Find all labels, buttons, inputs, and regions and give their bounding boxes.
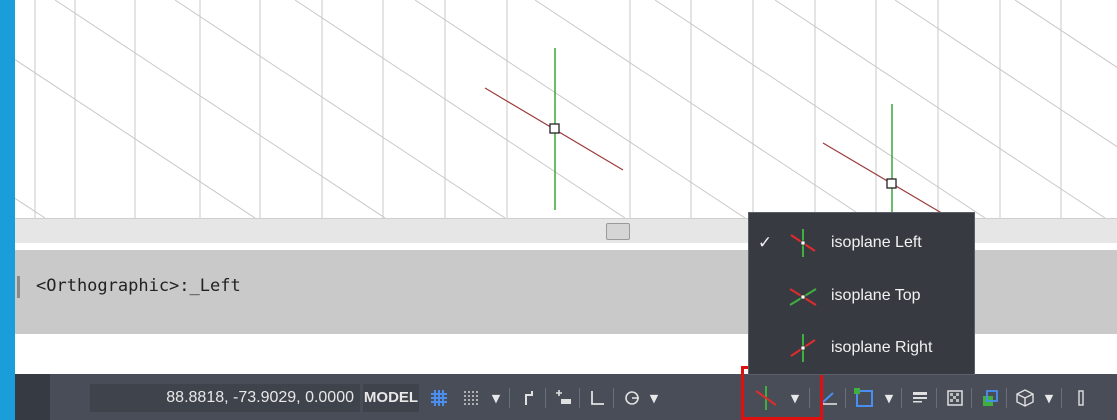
status-bar: 88.8818, -73.9029, 0.0000 MODEL ▼ ▼ ▼ ▼ … bbox=[15, 374, 1117, 420]
menu-item-isoplane-top[interactable]: isoplane Top bbox=[749, 271, 974, 321]
polar-dropdown-caret[interactable]: ▼ bbox=[647, 384, 661, 412]
more-icon[interactable] bbox=[1067, 384, 1095, 412]
lineweight-icon[interactable] bbox=[906, 384, 934, 412]
separator bbox=[1006, 388, 1007, 408]
ortho-icon[interactable] bbox=[583, 384, 611, 412]
osnap-dropdown-caret[interactable]: ▼ bbox=[881, 384, 897, 412]
infer-constraints-icon[interactable] bbox=[515, 384, 543, 412]
isoplane-top-icon bbox=[781, 276, 825, 316]
menu-item-label: isoplane Right bbox=[831, 339, 933, 356]
crosshair-cursor-2 bbox=[822, 104, 946, 218]
menu-item-label: isoplane Top bbox=[831, 287, 921, 304]
3d-osnap-dropdown-caret[interactable]: ▼ bbox=[1041, 384, 1057, 412]
status-bar-left bbox=[15, 374, 50, 420]
isoplane-left-icon bbox=[781, 223, 825, 263]
separator bbox=[936, 388, 937, 408]
isoplane-menu: ✓ isoplane Left isoplane Top isoplane Ri… bbox=[748, 212, 975, 375]
menu-item-label: isoplane Left bbox=[831, 234, 922, 251]
separator bbox=[901, 388, 902, 408]
scrollbar-thumb[interactable] bbox=[606, 223, 630, 240]
snap-dropdown-caret[interactable]: ▼ bbox=[487, 384, 505, 412]
command-line-grip bbox=[17, 276, 20, 298]
polar-icon[interactable] bbox=[618, 384, 646, 412]
separator bbox=[613, 388, 614, 408]
checkmark-icon: ✓ bbox=[757, 233, 773, 253]
3d-object-snap-icon[interactable] bbox=[1011, 384, 1039, 412]
coordinates-readout[interactable]: 88.8818, -73.9029, 0.0000 bbox=[90, 384, 360, 412]
dynamic-input-icon[interactable] bbox=[549, 384, 577, 412]
separator bbox=[971, 388, 972, 408]
model-space-button[interactable]: MODEL bbox=[363, 384, 419, 412]
isoplane-right-icon bbox=[781, 328, 825, 368]
menu-item-isoplane-left[interactable]: ✓ isoplane Left bbox=[749, 218, 974, 268]
separator bbox=[1061, 388, 1062, 408]
separator bbox=[579, 388, 580, 408]
drawing-area[interactable] bbox=[15, 0, 1117, 218]
snap-grid-icon[interactable] bbox=[457, 384, 485, 412]
autocad-window: <Orthographic>:_Left 88.8818, -73.9029, … bbox=[15, 0, 1117, 420]
transparency-icon[interactable] bbox=[941, 384, 969, 412]
separator bbox=[845, 388, 846, 408]
command-line-text: <Orthographic>:_Left bbox=[36, 276, 241, 296]
isometric-grid bbox=[15, 0, 1117, 218]
grid-icon[interactable] bbox=[425, 384, 453, 412]
object-snap-icon[interactable] bbox=[849, 384, 879, 412]
crosshair-cursor-1 bbox=[484, 48, 624, 210]
separator bbox=[509, 388, 510, 408]
separator bbox=[545, 388, 546, 408]
menu-item-isoplane-right[interactable]: isoplane Right bbox=[749, 323, 974, 373]
selection-cycling-icon[interactable] bbox=[976, 384, 1004, 412]
